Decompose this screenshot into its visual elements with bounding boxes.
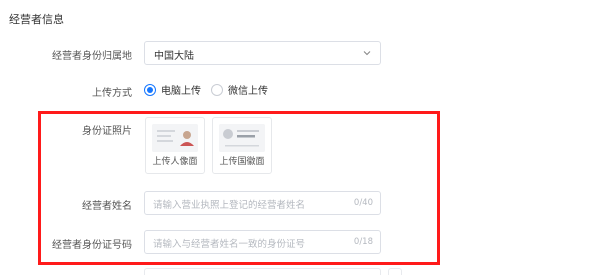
id-photo-label: 身份证照片 <box>82 126 132 137</box>
operator-id-number-input[interactable]: 请输入与经营者姓名一致的身份证号 0/18 <box>144 230 381 254</box>
portrait-caption: 上传人像面 <box>152 157 198 167</box>
id-card-portrait-icon <box>152 124 198 152</box>
next-field-input[interactable] <box>144 268 381 275</box>
radio-selected-icon <box>144 83 156 96</box>
region-select[interactable]: 中国大陆 <box>144 41 381 65</box>
chevron-down-icon <box>363 51 371 56</box>
section-title: 经营者信息 <box>9 13 64 26</box>
operator-name-counter: 0/40 <box>353 198 373 208</box>
operator-name-placeholder: 请输入营业执照上登记的经营者姓名 <box>153 200 306 211</box>
upload-method-label: 上传方式 <box>92 88 132 99</box>
upload-emblem-side-card[interactable]: 上传国徽面 <box>212 117 272 174</box>
operator-name-input[interactable]: 请输入营业执照上登记的经营者姓名 0/40 <box>144 191 381 215</box>
emblem-caption: 上传国徽面 <box>219 157 265 167</box>
radio-wechat-upload-label: 微信上传 <box>228 86 268 97</box>
operator-id-number-counter: 0/18 <box>353 237 373 247</box>
radio-wechat-upload[interactable]: 微信上传 <box>211 82 268 97</box>
operator-id-number-placeholder: 请输入与经营者姓名一致的身份证号 <box>153 239 306 250</box>
radio-computer-upload-label: 电脑上传 <box>161 86 201 97</box>
region-select-value: 中国大陆 <box>154 51 194 62</box>
id-card-emblem-icon <box>219 124 265 152</box>
operator-name-label: 经营者姓名 <box>82 201 132 212</box>
upload-portrait-side-card[interactable]: 上传人像面 <box>145 117 205 174</box>
radio-unselected-icon <box>211 83 223 96</box>
radio-computer-upload[interactable]: 电脑上传 <box>144 82 201 97</box>
region-label: 经营者身份归属地 <box>52 51 132 62</box>
next-field-button[interactable] <box>388 268 402 275</box>
operator-id-number-label: 经营者身份证号码 <box>52 240 132 251</box>
